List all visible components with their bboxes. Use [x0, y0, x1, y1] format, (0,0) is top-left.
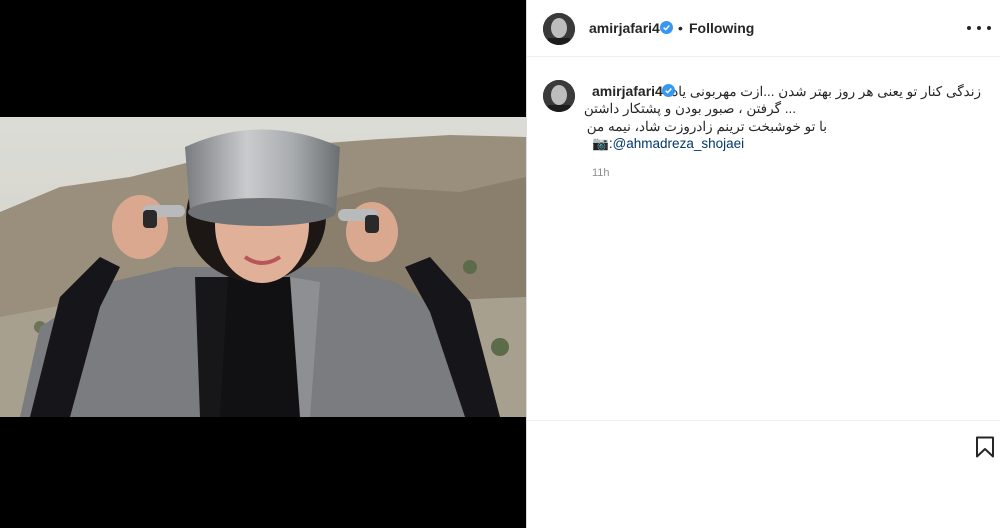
- verified-badge-icon: [660, 21, 673, 34]
- caption-line-1: زندگی کنار تو یعنی هر روز بهتر شدن ...از…: [672, 84, 981, 99]
- following-button[interactable]: Following: [689, 20, 754, 36]
- avatar-image: [543, 13, 575, 45]
- caption-avatar[interactable]: [543, 80, 575, 112]
- post-media[interactable]: [0, 0, 526, 528]
- caption-line-3: با تو خوشبخت ترینم زادروزت شاد، نیمه من: [586, 119, 827, 134]
- caption-username[interactable]: amirjafari4: [592, 83, 663, 99]
- camera-icon: 📷: [592, 136, 609, 151]
- caption-avatar-image: [543, 80, 575, 112]
- username[interactable]: amirjafari4: [589, 20, 660, 36]
- post-actions-bar: [527, 420, 1000, 528]
- post-header: amirjafari4 • Following: [527, 0, 1000, 57]
- post-photo-illustration: [0, 117, 526, 417]
- mention-link[interactable]: @ahmadreza_shojaei: [613, 136, 745, 151]
- post-timestamp[interactable]: 11h: [592, 167, 610, 179]
- post-side-panel: amirjafari4 • Following amirjafari4 زندگ…: [526, 0, 1000, 528]
- more-options-icon[interactable]: [967, 18, 991, 38]
- caption-mention-line: 📷:@ahmadreza_shojaei: [592, 136, 744, 152]
- separator-dot: •: [678, 20, 683, 36]
- caption-line-2: ... گرفتن ، صبور بودن و پشتکار داشتن: [583, 101, 796, 116]
- avatar[interactable]: [543, 13, 575, 45]
- post-photo[interactable]: [0, 117, 526, 417]
- bookmark-icon[interactable]: [975, 436, 995, 458]
